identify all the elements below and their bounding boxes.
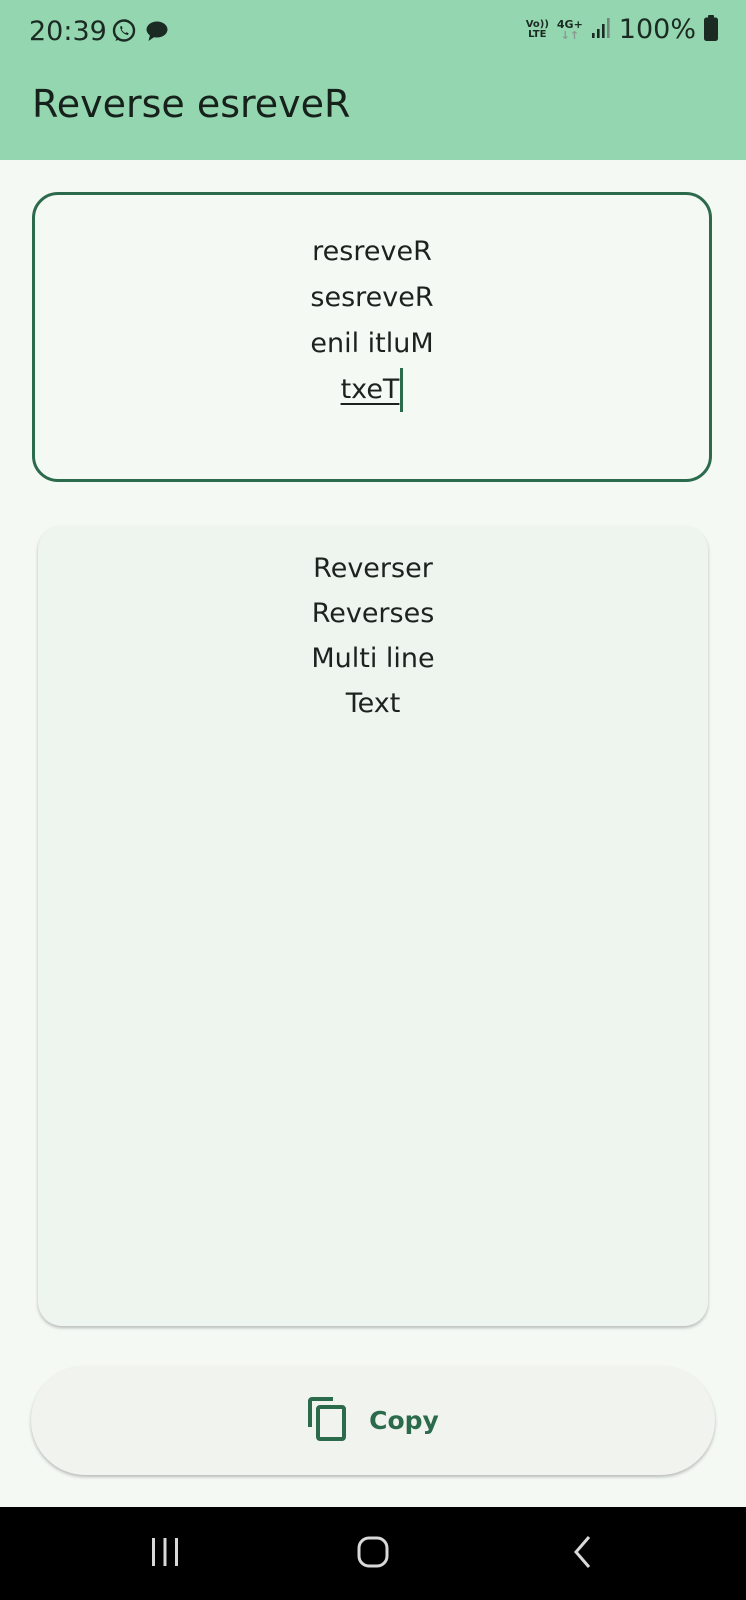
copy-button[interactable]: Copy: [31, 1366, 715, 1475]
copy-button-label: Copy: [369, 1406, 439, 1435]
input-line: enil itluM: [310, 328, 434, 359]
output-line: Multi line: [311, 643, 435, 674]
input-line: resreveR: [312, 236, 432, 267]
recent-apps-button[interactable]: [135, 1531, 195, 1577]
text-cursor: [400, 368, 404, 412]
input-text[interactable]: resreveR sesreveR enil itluM txeT: [35, 229, 709, 413]
network-type: 4G+: [556, 17, 583, 31]
page-title: Reverse esreveR: [32, 82, 351, 126]
input-line: sesreveR: [310, 282, 434, 313]
app-bar: 20:39 Vo)) LTE 4G+ ↓↑ 100% Reverse esrev…: [0, 0, 746, 160]
output-line: Reverser: [313, 553, 433, 584]
input-line: txeT: [340, 374, 400, 405]
back-button[interactable]: [553, 1531, 613, 1577]
signal-icon: [591, 17, 611, 43]
home-button[interactable]: [343, 1531, 403, 1577]
navigation-bar: [0, 1507, 746, 1600]
system-status-icons: Vo)) LTE 4G+ ↓↑ 100%: [526, 14, 718, 45]
output-line: Text: [345, 688, 401, 719]
volte-top-text: Vo)): [525, 18, 549, 30]
network-indicator: 4G+ ↓↑: [557, 19, 583, 41]
status-time: 20:39: [29, 16, 107, 47]
chat-bubble-icon: [145, 19, 169, 47]
battery-icon: [704, 14, 718, 45]
input-line-current: txeT: [35, 367, 709, 413]
whatsapp-icon: [111, 18, 137, 48]
text-input-field[interactable]: resreveR sesreveR enil itluM txeT: [32, 192, 712, 482]
output-line: Reverses: [311, 598, 435, 629]
network-arrows: ↓↑: [560, 28, 580, 42]
recent-apps-icon: [148, 1536, 182, 1572]
copy-icon: [307, 1396, 347, 1445]
volte-bottom-text: LTE: [528, 28, 547, 40]
reversed-output-card: Reverser Reverses Multi line Text: [38, 526, 708, 1326]
back-icon: [571, 1534, 595, 1574]
battery-percent: 100%: [618, 14, 696, 45]
volte-icon: Vo)) LTE: [525, 18, 549, 40]
home-icon: [356, 1535, 390, 1573]
status-bar: 20:39 Vo)) LTE 4G+ ↓↑ 100%: [0, 0, 746, 66]
notification-icons: [111, 18, 169, 48]
output-text: Reverser Reverses Multi line Text: [38, 546, 708, 726]
